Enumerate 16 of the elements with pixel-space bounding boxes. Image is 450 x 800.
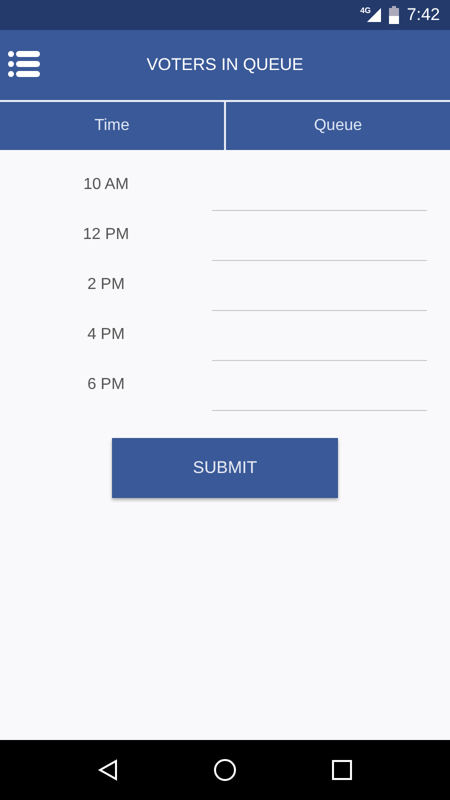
time-label: 12 PM: [82, 226, 130, 244]
time-label: 10 AM: [82, 176, 130, 194]
back-icon[interactable]: [98, 759, 118, 781]
battery-icon: [388, 6, 399, 24]
time-label: 2 PM: [86, 276, 126, 294]
clock-time: 7:42: [406, 5, 440, 25]
menu-button[interactable]: [8, 50, 40, 78]
network-type: 4G: [360, 6, 371, 15]
screen-title: VOTERS IN QUEUE: [146, 55, 304, 75]
column-header: Queue: [224, 102, 450, 150]
time-label: 4 PM: [86, 326, 126, 344]
time-label: 6 PM: [86, 376, 126, 394]
home-icon[interactable]: [212, 758, 237, 782]
column-header: Time: [94, 116, 130, 136]
submit-button[interactable]: SUBMIT: [112, 438, 338, 498]
recents-icon[interactable]: [332, 760, 352, 780]
